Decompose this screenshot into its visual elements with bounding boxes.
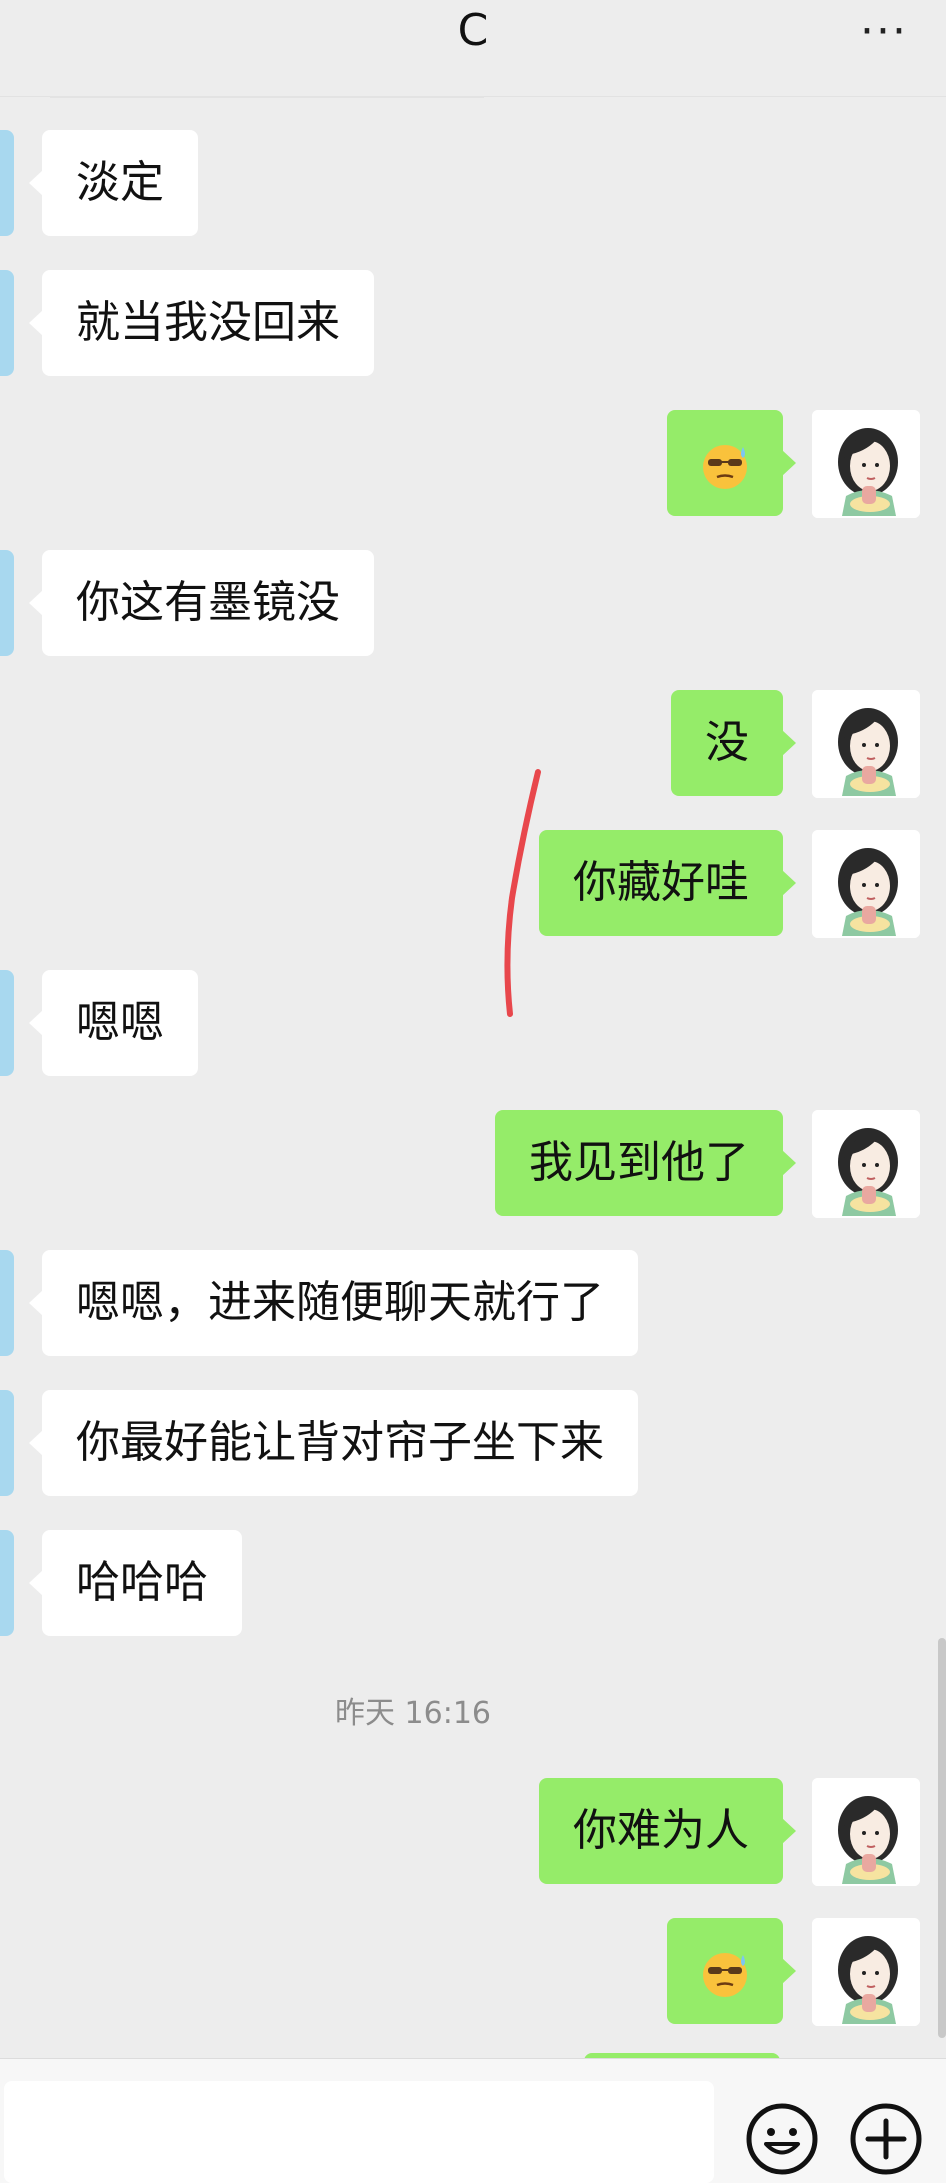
message-row: 嗯嗯，进来随便聊天就行了 (0, 1250, 946, 1360)
incoming-message[interactable]: 淡定 (29, 130, 198, 236)
chat-header: C ··· (0, 0, 946, 98)
incoming-message[interactable]: 你这有墨镜没 (29, 550, 374, 656)
incoming-message[interactable]: 就当我没回来 (29, 270, 374, 376)
more-icon[interactable]: ··· (848, 10, 908, 54)
red-pen-annotation (504, 769, 541, 1017)
sweat-sunglasses-emoji (703, 1953, 747, 1997)
my-avatar[interactable] (812, 830, 920, 938)
outgoing-message[interactable]: 你难为人 (539, 1778, 796, 1884)
message-row: 淡定 (0, 130, 946, 240)
contact-avatar[interactable] (0, 550, 14, 656)
my-avatar[interactable] (812, 410, 920, 518)
contact-avatar[interactable] (0, 970, 14, 1076)
sweat-sunglasses-emoji (703, 445, 747, 489)
plus-icon[interactable] (846, 2099, 926, 2179)
outgoing-message[interactable] (667, 1918, 796, 2024)
outgoing-message[interactable]: 你藏好哇 (539, 830, 796, 936)
contact-avatar[interactable] (0, 270, 14, 376)
contact-avatar[interactable] (0, 1390, 14, 1496)
girl-avatar-icon (812, 1778, 920, 1886)
girl-avatar-icon (812, 1110, 920, 1218)
girl-avatar-icon (812, 410, 920, 518)
message-row: 哈哈哈 (0, 1530, 946, 1640)
contact-avatar[interactable] (0, 130, 14, 236)
incoming-message[interactable]: 嗯嗯 (29, 970, 198, 1076)
scrollbar[interactable] (938, 1638, 946, 2038)
message-timestamp: 昨天 16:16 (335, 1696, 491, 1731)
message-row (0, 1918, 946, 2028)
message-input[interactable] (4, 2081, 714, 2183)
my-avatar[interactable] (812, 1110, 920, 1218)
outgoing-message[interactable] (667, 410, 796, 516)
my-avatar[interactable] (812, 1778, 920, 1886)
my-avatar[interactable] (812, 1918, 920, 2026)
message-list[interactable]: 淡定 就当我没回来 你这有墨镜没 没 你藏好哇 嗯嗯 我见到他了 嗯嗯，进来随便… (0, 98, 946, 2061)
message-row: 你藏好哇 (0, 830, 946, 940)
girl-avatar-icon (812, 690, 920, 798)
chat-title: C (457, 5, 489, 56)
incoming-message[interactable]: 哈哈哈 (29, 1530, 242, 1636)
message-row (0, 410, 946, 520)
message-row: 我见到他了 (0, 1110, 946, 1220)
outgoing-message[interactable]: 没 (671, 690, 796, 796)
input-bar (0, 2058, 946, 2183)
outgoing-message[interactable]: 我见到他了 (495, 1110, 796, 1216)
message-row: 你最好能让背对帘子坐下来 (0, 1390, 946, 1500)
contact-avatar[interactable] (0, 1250, 14, 1356)
contact-avatar[interactable] (0, 1530, 14, 1636)
my-avatar[interactable] (812, 690, 920, 798)
girl-avatar-icon (812, 830, 920, 938)
emoji-icon[interactable] (742, 2099, 822, 2179)
message-row: 嗯嗯 (0, 970, 946, 1080)
girl-avatar-icon (812, 1918, 920, 2026)
message-row: 你难为人 (0, 1778, 946, 1888)
message-row: 没 (0, 690, 946, 800)
incoming-message[interactable]: 你最好能让背对帘子坐下来 (29, 1390, 638, 1496)
message-row: 就当我没回来 (0, 270, 946, 380)
message-row: 你这有墨镜没 (0, 550, 946, 660)
incoming-message[interactable]: 嗯嗯，进来随便聊天就行了 (29, 1250, 638, 1356)
